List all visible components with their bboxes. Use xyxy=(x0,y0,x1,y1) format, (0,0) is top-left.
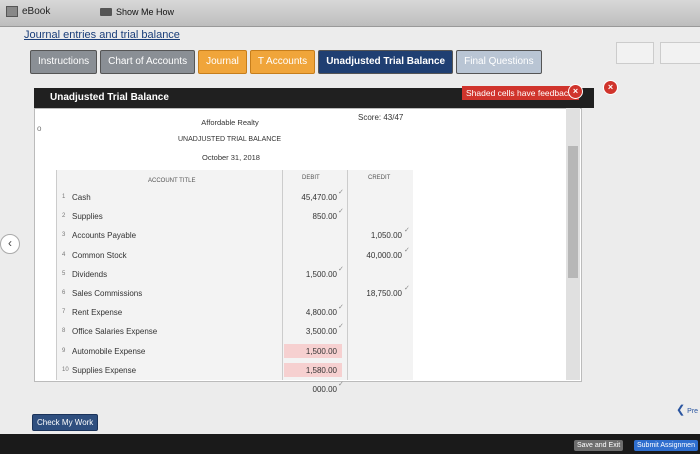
row-number: 9 xyxy=(62,347,66,354)
debit-cell[interactable]: 1,580.00 xyxy=(295,366,337,375)
tab-instructions[interactable]: Instructions xyxy=(30,50,98,74)
page-title: Journal entries and trial balance xyxy=(24,29,180,41)
tab-t-accounts[interactable]: T Accounts xyxy=(249,50,316,74)
row-number: 10 xyxy=(62,366,69,373)
chevron-left-icon: ❮ xyxy=(676,404,686,416)
debit-cell[interactable]: 4,800.00 xyxy=(295,308,337,317)
check-icon: ✓ xyxy=(338,189,344,196)
row-marker: o xyxy=(37,124,42,133)
ebook-label: eBook xyxy=(22,6,51,17)
credit-cell[interactable]: 1,050.00 xyxy=(360,231,402,240)
panel-title: Unadjusted Trial Balance xyxy=(50,92,169,103)
check-icon: ✓ xyxy=(338,304,344,312)
company-name: Affordable Realty xyxy=(201,118,259,127)
ebook-link[interactable]: eBook xyxy=(6,6,50,17)
col-account-title: ACCOUNT TITLE xyxy=(148,178,196,184)
check-icon: ✓ xyxy=(338,323,344,331)
tab-journal[interactable]: Journal xyxy=(198,50,247,74)
debit-cell[interactable]: 1,500.00 xyxy=(295,270,337,279)
row-number: 2 xyxy=(62,213,66,220)
col-debit: DEBIT xyxy=(302,175,320,181)
previous-arrow-icon[interactable]: ‹ xyxy=(0,234,20,254)
row-number: 3 xyxy=(62,232,66,239)
account-title-cell[interactable]: Rent Expense xyxy=(72,308,122,317)
column-divider xyxy=(282,170,283,380)
row-number: 7 xyxy=(62,309,66,316)
check-icon: ✓ xyxy=(338,381,344,388)
vertical-scrollbar[interactable] xyxy=(566,108,580,380)
debit-cell[interactable]: 000.00 xyxy=(295,385,337,394)
account-title-cell[interactable]: Common Stock xyxy=(72,251,127,260)
row-number: 4 xyxy=(62,251,66,258)
debit-cell[interactable]: 45,470.00 xyxy=(295,193,337,202)
toolbar-box xyxy=(660,42,700,64)
account-title-cell[interactable]: Supplies xyxy=(72,212,103,221)
row-number: 6 xyxy=(62,290,66,296)
column-divider xyxy=(347,170,348,380)
book-icon xyxy=(6,6,18,17)
show-me-how-label: Show Me How xyxy=(116,7,175,17)
credit-cell[interactable]: 18,750.00 xyxy=(360,289,402,298)
video-icon xyxy=(100,8,112,16)
col-credit: CREDIT xyxy=(368,175,391,181)
check-my-work-button[interactable]: Check My Work xyxy=(32,414,99,431)
check-icon: ✓ xyxy=(338,265,344,273)
tab-bar: Instructions Chart of Accounts Journal T Ac… xyxy=(30,50,542,74)
row-number: 1 xyxy=(62,194,66,200)
check-icon: ✓ xyxy=(404,246,410,254)
row-number: 8 xyxy=(62,328,66,335)
check-icon: ✓ xyxy=(338,208,344,216)
tab-chart-of-accounts[interactable]: Chart of Accounts xyxy=(100,50,196,74)
close-icon[interactable]: × xyxy=(603,80,618,95)
score: Score: 43/47 xyxy=(358,113,404,122)
show-me-how-link[interactable]: Show Me How xyxy=(100,7,174,17)
check-icon: ✓ xyxy=(404,285,410,292)
submit-button[interactable]: Submit Assignmen xyxy=(634,440,698,451)
sheet-date: October 31, 2018 xyxy=(202,153,260,162)
top-bar: eBook Show Me How xyxy=(0,0,700,27)
toolbar-box xyxy=(616,42,654,64)
debit-cell[interactable]: 850.00 xyxy=(295,212,337,221)
close-feedback-icon[interactable]: × xyxy=(568,84,583,99)
account-title-cell[interactable]: Office Salaries Expense xyxy=(72,327,157,336)
account-title-cell[interactable]: Sales Commissions xyxy=(72,289,142,298)
previous-button[interactable]: ❮ Pre xyxy=(676,403,698,416)
row-number: 5 xyxy=(62,270,66,277)
feedback-note: Shaded cells have feedback. xyxy=(462,86,579,100)
account-title-cell[interactable]: Automobile Expense xyxy=(72,347,145,356)
credit-cell[interactable]: 40,000.00 xyxy=(360,251,402,260)
account-title-cell[interactable]: Cash xyxy=(72,193,91,202)
account-title-cell[interactable]: Accounts Payable xyxy=(72,231,136,240)
tab-final-questions[interactable]: Final Questions xyxy=(456,50,542,74)
account-title-cell[interactable]: Dividends xyxy=(72,270,107,279)
debit-cell[interactable]: 1,500.00 xyxy=(295,347,337,356)
save-exit-button[interactable]: Save and Exit xyxy=(574,440,624,451)
scrollbar-thumb[interactable] xyxy=(568,146,578,278)
previous-label: Pre xyxy=(687,408,699,415)
sheet-heading: UNADJUSTED TRIAL BALANCE xyxy=(178,136,282,143)
check-icon: ✓ xyxy=(404,227,410,235)
debit-cell[interactable]: 3,500.00 xyxy=(295,327,337,336)
tab-unadjusted-trial-balance[interactable]: Unadjusted Trial Balance xyxy=(318,50,454,74)
account-title-cell[interactable]: Supplies Expense xyxy=(72,366,136,375)
